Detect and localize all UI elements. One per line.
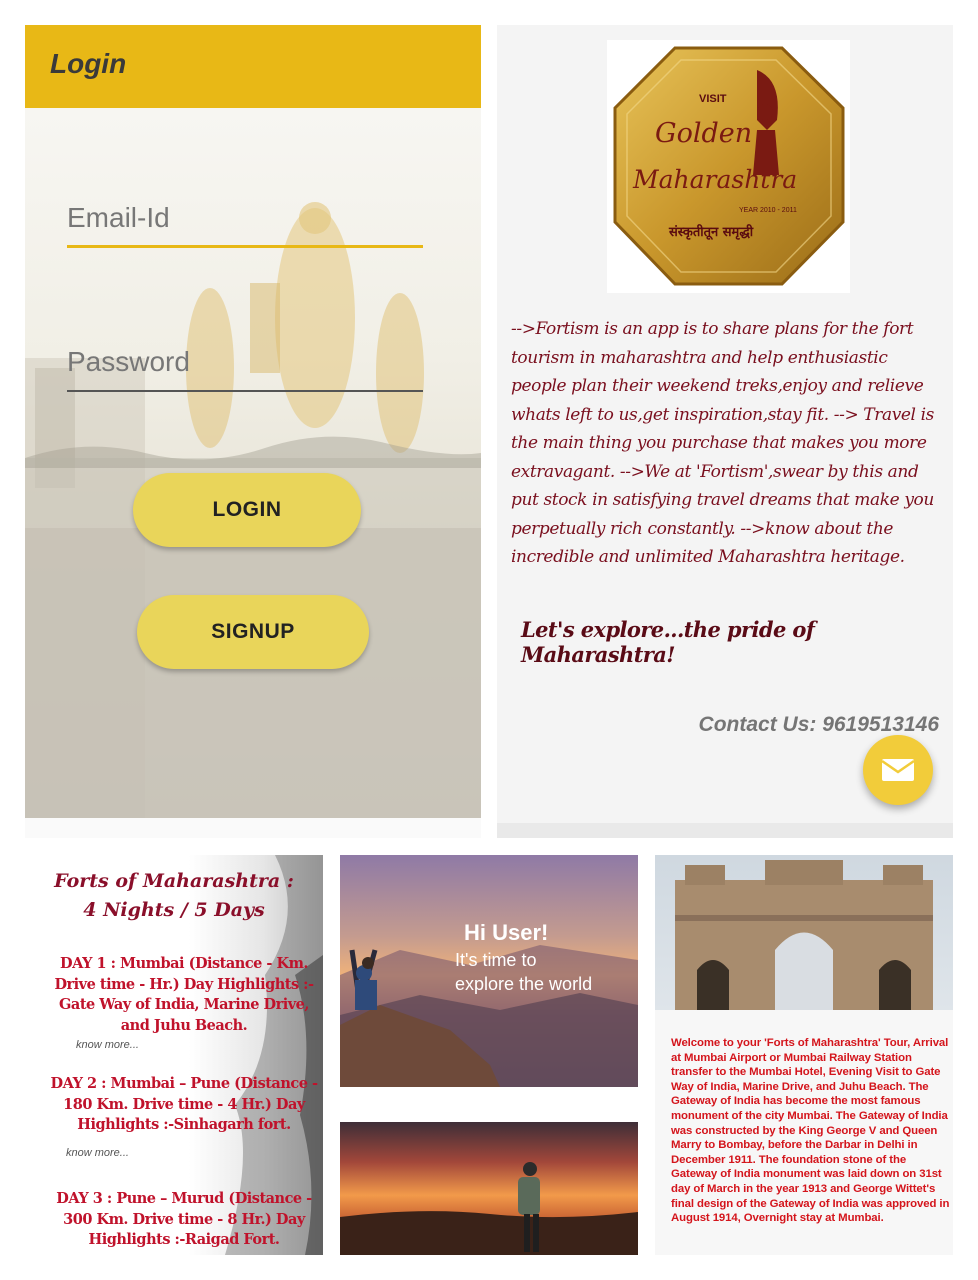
- about-screen: VISIT Golden Maharashtra YEAR 2010 - 201…: [497, 25, 953, 838]
- itinerary-day-3: DAY 3 : Pune – Murud (Distance - 300 Km.…: [56, 1190, 312, 1248]
- bottom-strip: [25, 818, 481, 838]
- gateway-of-india-card: Welcome to your 'Forts of Maharashtra' T…: [655, 855, 953, 1255]
- bottom-strip: [497, 823, 953, 838]
- tagline: Let's explore...the pride of Maharashtra…: [521, 617, 815, 667]
- password-input[interactable]: [67, 332, 423, 392]
- know-more-link-2[interactable]: know more...: [66, 1147, 129, 1159]
- email-field[interactable]: [67, 188, 423, 248]
- logo-motto-text: संस्कृतीतून समृद्धी: [668, 224, 754, 240]
- page-title: Login: [50, 48, 127, 79]
- itinerary-day-1: DAY 1 : Mumbai (Distance - Km. Drive tim…: [54, 955, 314, 1034]
- gateway-monument-art: [675, 860, 933, 1010]
- know-more-link-1[interactable]: know more...: [76, 1039, 139, 1051]
- hero-greeting: Hi User!: [464, 920, 549, 945]
- login-button[interactable]: LOGIN: [133, 473, 361, 547]
- hiker-sunset-image: [340, 1122, 638, 1255]
- tour-day-description: Welcome to your 'Forts of Maharashtra' T…: [671, 1037, 950, 1225]
- email-underline: [67, 245, 423, 248]
- itinerary-screen: Forts of Maharashtra : 4 Nights / 5 Days…: [25, 855, 323, 1255]
- logo-art: VISIT Golden Maharashtra YEAR 2010 - 201…: [613, 46, 845, 286]
- gateway-of-india-photo: [655, 855, 953, 1010]
- mountain-sunset-image: [340, 945, 638, 1087]
- logo-golden-text: Golden: [655, 118, 752, 149]
- mail-icon: [881, 759, 915, 781]
- password-underline: [67, 390, 423, 392]
- password-field[interactable]: [67, 332, 423, 392]
- mail-fab-button[interactable]: [863, 735, 933, 805]
- app-bar: Login: [25, 25, 481, 108]
- hero-tagline-line-2: explore the world: [455, 974, 593, 994]
- login-screen: Login LOGIN SIGNUP: [25, 25, 481, 838]
- itinerary-day-2: DAY 2 : Mumbai – Pune (Distance - 180 Km…: [50, 1075, 319, 1133]
- logo-maharashtra-text: Maharashtra: [632, 165, 797, 194]
- app-description: -->Fortism is an app is to share plans f…: [511, 319, 934, 567]
- logo-year-text: YEAR 2010 - 2011: [739, 207, 797, 214]
- hiker-silhouette: [340, 1162, 638, 1255]
- contact-info: Contact Us: 9619513146: [698, 713, 939, 736]
- email-input[interactable]: [67, 188, 423, 248]
- signup-button[interactable]: SIGNUP: [137, 595, 369, 669]
- golden-maharashtra-logo: VISIT Golden Maharashtra YEAR 2010 - 201…: [607, 40, 850, 293]
- itinerary-duration: 4 Nights / 5 Days: [83, 899, 265, 921]
- itinerary-title: Forts of Maharashtra :: [54, 870, 294, 892]
- logo-visit-text: VISIT: [699, 93, 727, 105]
- welcome-hero-card: Hi User! It's time to explore the world: [340, 855, 638, 1087]
- hero-tagline-line-1: It's time to: [455, 950, 537, 970]
